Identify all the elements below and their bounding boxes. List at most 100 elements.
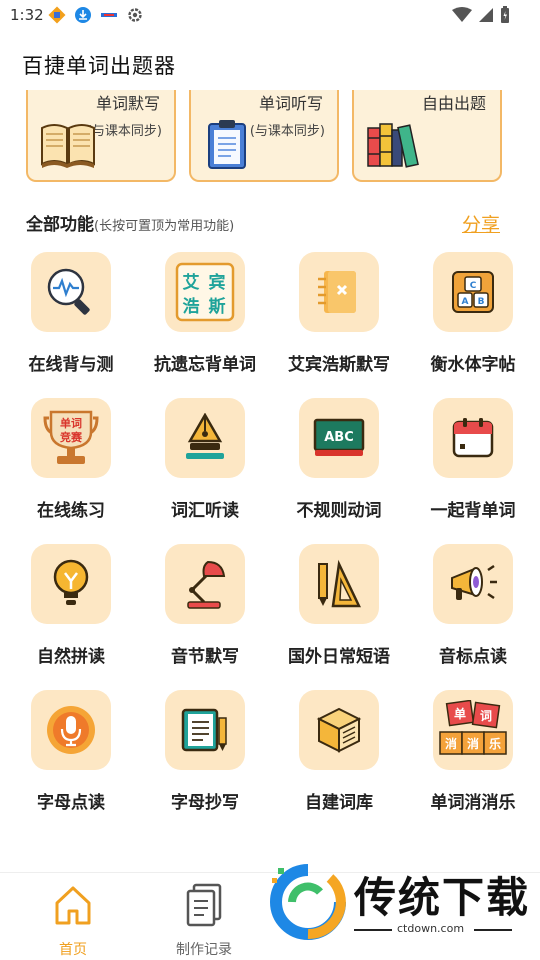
tile-vocab-listen[interactable]: 词汇听读 bbox=[134, 396, 268, 542]
tile-ebbinghaus-dictation[interactable]: 艾宾浩斯默写 bbox=[268, 250, 402, 396]
tile-phonetic-read[interactable]: 音标点读 bbox=[402, 542, 536, 688]
tile-syllable-dictation[interactable]: 音节默写 bbox=[134, 542, 268, 688]
pen-nib-icon bbox=[186, 413, 224, 459]
svg-text:词: 词 bbox=[480, 709, 492, 723]
tile-foreign-daily-phrases[interactable]: 国外日常短语 bbox=[268, 542, 402, 688]
nav-label: 制作记录 bbox=[176, 942, 232, 958]
tile-icon-bg bbox=[31, 690, 111, 770]
top-cards: 单词默写 (与课本同步) 单词听写 (与课本同步) 自由出题 bbox=[26, 90, 504, 182]
app-notification-icon bbox=[48, 6, 66, 24]
tile-label: 不规则动词 bbox=[296, 501, 382, 521]
card-free-question[interactable]: 自由出题 bbox=[352, 90, 502, 182]
nav-home[interactable]: 首页 bbox=[18, 881, 128, 958]
tile-icon-bg: C A B bbox=[433, 252, 513, 332]
nav-records[interactable]: 制作记录 bbox=[149, 881, 259, 958]
tile-label: 在线练习 bbox=[37, 501, 105, 521]
card-title: 单词默写 bbox=[95, 94, 160, 113]
svg-text:单: 单 bbox=[454, 706, 466, 721]
app-bar: 百捷单词出题器 bbox=[0, 32, 540, 92]
tile-icon-bg: 单 词 消 消 乐 bbox=[433, 690, 513, 770]
status-bar: 1:32 bbox=[0, 0, 540, 32]
battery-icon bbox=[501, 6, 509, 23]
watermark-divider bbox=[474, 929, 512, 931]
tile-hengshui-copybook[interactable]: C A B 衡水体字帖 bbox=[402, 250, 536, 396]
svg-text:单词: 单词 bbox=[60, 416, 82, 430]
tile-icon-bg: 艾 宾 浩 斯 bbox=[165, 252, 245, 332]
tile-letter-read[interactable]: 字母点读 bbox=[0, 688, 134, 834]
watermark-url: ctdown.com bbox=[397, 922, 465, 935]
tile-label: 衡水体字帖 bbox=[430, 355, 516, 375]
tile-icon-bg bbox=[31, 252, 111, 332]
box-book-icon bbox=[316, 707, 362, 753]
svg-text:消: 消 bbox=[445, 736, 457, 751]
svg-text:斯: 斯 bbox=[209, 296, 226, 317]
megaphone-icon bbox=[451, 564, 497, 600]
card-subtitle: (与课本同步) bbox=[249, 124, 325, 139]
signal-icon bbox=[479, 8, 493, 22]
tile-icon-bg bbox=[433, 398, 513, 478]
wifi-icon bbox=[452, 7, 472, 22]
books-icon bbox=[367, 123, 419, 168]
settings-gear-icon bbox=[128, 8, 142, 22]
tile-custom-wordbank[interactable]: 自建词库 bbox=[268, 688, 402, 834]
section-title: 全部功能 bbox=[26, 215, 94, 235]
microphone-icon bbox=[47, 706, 95, 754]
tile-icon-bg: ABC bbox=[299, 398, 379, 478]
tile-label: 一起背单词 bbox=[430, 501, 516, 521]
notebook-x-icon bbox=[318, 271, 356, 313]
section-header: 全部功能(长按可置顶为常用功能) 分享 bbox=[26, 210, 504, 240]
tile-phonics[interactable]: 自然拼读 bbox=[0, 542, 134, 688]
lightbulb-icon bbox=[53, 559, 89, 605]
tile-label: 音节默写 bbox=[171, 647, 239, 667]
notification-icons bbox=[48, 6, 144, 24]
card-title: 单词听写 bbox=[258, 94, 323, 113]
svg-text:宾: 宾 bbox=[209, 272, 226, 293]
download-icon bbox=[75, 7, 91, 23]
system-icons bbox=[452, 6, 510, 24]
tile-label: 词汇听读 bbox=[171, 501, 239, 521]
tile-label: 国外日常短语 bbox=[288, 647, 390, 667]
desk-lamp-icon bbox=[187, 560, 226, 609]
svg-text:ABC: ABC bbox=[324, 430, 354, 445]
watermark-text: 传统下载 bbox=[354, 873, 531, 922]
tile-icon-bg bbox=[299, 690, 379, 770]
watermark-divider bbox=[354, 929, 392, 931]
svg-text:B: B bbox=[478, 297, 485, 307]
magnifier-pulse-icon bbox=[47, 268, 90, 315]
document-icon bbox=[186, 883, 222, 927]
tile-letter-copy[interactable]: 字母抄写 bbox=[134, 688, 268, 834]
clipboard-icon bbox=[208, 120, 246, 169]
tile-label: 单词消消乐 bbox=[430, 793, 516, 813]
tile-label: 自然拼读 bbox=[37, 647, 105, 667]
svg-text:乐: 乐 bbox=[489, 736, 501, 751]
tile-memorize-together[interactable]: 一起背单词 bbox=[402, 396, 536, 542]
card-word-dictation-listen[interactable]: 单词听写 (与课本同步) bbox=[189, 90, 339, 182]
chalkboard-icon: ABC bbox=[313, 418, 365, 456]
tile-icon-bg bbox=[299, 544, 379, 624]
ebbinghaus-icon: 艾 宾 浩 斯 bbox=[175, 262, 235, 322]
tile-label: 抗遗忘背单词 bbox=[154, 355, 256, 375]
tile-online-practice[interactable]: 单词 竞赛 在线练习 bbox=[0, 396, 134, 542]
tile-anti-forget-memorize[interactable]: 艾 宾 浩 斯 抗遗忘背单词 bbox=[134, 250, 268, 396]
tile-online-memorize-test[interactable]: 在线背与测 bbox=[0, 250, 134, 396]
home-icon bbox=[55, 886, 91, 925]
abc-blocks-icon: C A B bbox=[452, 271, 494, 313]
svg-text:竞赛: 竞赛 bbox=[60, 430, 83, 444]
trophy-icon: 单词 竞赛 bbox=[43, 410, 99, 464]
svg-text:浩: 浩 bbox=[183, 296, 200, 317]
tile-label: 自建词库 bbox=[305, 793, 373, 813]
tile-label: 字母抄写 bbox=[171, 793, 239, 813]
tile-label: 字母点读 bbox=[37, 793, 105, 813]
tile-icon-bg bbox=[165, 690, 245, 770]
share-link[interactable]: 分享 bbox=[462, 210, 500, 237]
word-blocks-icon: 单 词 消 消 乐 bbox=[439, 700, 507, 755]
watermark-logo-icon bbox=[270, 864, 346, 940]
card-word-dictation-write[interactable]: 单词默写 (与课本同步) bbox=[26, 90, 176, 182]
tile-word-match-game[interactable]: 单 词 消 消 乐 单词消消乐 bbox=[402, 688, 536, 834]
tile-label: 音标点读 bbox=[439, 647, 507, 667]
tile-irregular-verbs[interactable]: ABC 不规则动词 bbox=[268, 396, 402, 542]
svg-text:艾: 艾 bbox=[183, 272, 200, 293]
card-title: 自由出题 bbox=[421, 94, 486, 113]
card-subtitle: (与课本同步) bbox=[86, 124, 162, 139]
status-time: 1:32 bbox=[10, 6, 44, 24]
